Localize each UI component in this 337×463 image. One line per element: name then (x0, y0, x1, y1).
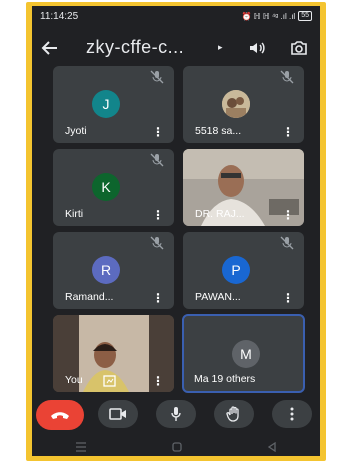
avatar: K (92, 173, 120, 201)
battery-icon: 55 (298, 11, 312, 21)
raise-hand-icon (226, 406, 239, 422)
more-vert-icon[interactable]: ⋮ (282, 209, 294, 221)
back-arrow-icon[interactable] (38, 36, 62, 60)
participant-name: Jyoti (65, 125, 87, 137)
participant-name: DR. RAJ... (195, 208, 245, 220)
video-toggle-button[interactable] (98, 400, 138, 428)
participant-tile[interactable]: J Jyoti ⋮ (53, 66, 174, 143)
avatar: M (232, 340, 260, 368)
meeting-title[interactable]: zky-cffe-c... (86, 37, 184, 58)
more-vert-icon[interactable]: ⋮ (282, 126, 294, 138)
screen-share-icon[interactable] (103, 375, 116, 387)
mic-off-icon (280, 70, 294, 84)
raise-hand-button[interactable] (214, 400, 254, 428)
avatar: J (92, 90, 120, 118)
call-controls (32, 400, 320, 434)
mic-toggle-button[interactable] (156, 400, 196, 428)
back-icon[interactable] (267, 442, 277, 452)
self-video-tile[interactable]: You ⋮ (53, 315, 174, 392)
status-icons: ⏰ ℍ ℍ ⁴ᵍ .ıl .ıl (241, 11, 296, 21)
status-indicators: ⏰ ℍ ℍ ⁴ᵍ .ıl .ıl 55 (242, 11, 312, 21)
more-vert-icon[interactable]: ⋮ (152, 292, 164, 304)
more-options-button[interactable] (272, 400, 312, 428)
end-call-button[interactable] (36, 400, 84, 430)
phone-screen: 11:14:25 ⏰ ℍ ℍ ⁴ᵍ .ıl .ıl 55 zky-cffe-c.… (32, 6, 320, 456)
participant-name: PAWAN... (195, 291, 241, 303)
video-icon (109, 408, 126, 420)
more-vert-icon[interactable]: ⋮ (282, 292, 294, 304)
mic-off-icon (280, 236, 294, 250)
status-bar: 11:14:25 ⏰ ℍ ℍ ⁴ᵍ .ıl .ıl 55 (32, 6, 320, 26)
home-icon[interactable] (172, 442, 182, 452)
more-vert-icon[interactable]: ⋮ (152, 375, 164, 387)
more-vert-icon[interactable]: ⋮ (152, 126, 164, 138)
self-name: You (65, 374, 83, 386)
participant-video-tile[interactable]: DR. RAJ... ⋮ (183, 149, 304, 226)
chevron-right-icon[interactable]: ▸ (218, 42, 223, 53)
avatar: P (222, 256, 250, 284)
mic-off-icon (150, 70, 164, 84)
participant-tile[interactable]: K Kirti ⋮ (53, 149, 174, 226)
menu-icon[interactable] (75, 442, 87, 452)
avatar-photo (222, 90, 250, 118)
others-tile[interactable]: M Ma 19 others (182, 314, 305, 393)
participant-tile[interactable]: R Ramand... ⋮ (53, 232, 174, 309)
status-time: 11:14:25 (40, 10, 79, 22)
avatar: R (92, 256, 120, 284)
participant-tile[interactable]: 5518 sa... ⋮ (183, 66, 304, 143)
speaker-icon[interactable] (246, 37, 268, 59)
mic-icon (171, 407, 181, 421)
others-label: Ma 19 others (194, 373, 256, 385)
camera-switch-icon[interactable] (288, 37, 310, 59)
mic-off-icon (150, 153, 164, 167)
end-call-icon (51, 412, 69, 419)
participant-name: 5518 sa... (195, 125, 242, 137)
participant-name: Ramand... (65, 291, 114, 303)
system-nav-bar (32, 438, 320, 456)
mic-off-icon (150, 236, 164, 250)
participant-tile[interactable]: P PAWAN... ⋮ (183, 232, 304, 309)
more-vert-icon (290, 407, 294, 421)
more-vert-icon[interactable]: ⋮ (152, 209, 164, 221)
meeting-header: zky-cffe-c... ▸ (32, 30, 320, 66)
frame: 11:14:25 ⏰ ℍ ℍ ⁴ᵍ .ıl .ıl 55 zky-cffe-c.… (0, 0, 337, 463)
participant-name: Kirti (65, 208, 84, 220)
